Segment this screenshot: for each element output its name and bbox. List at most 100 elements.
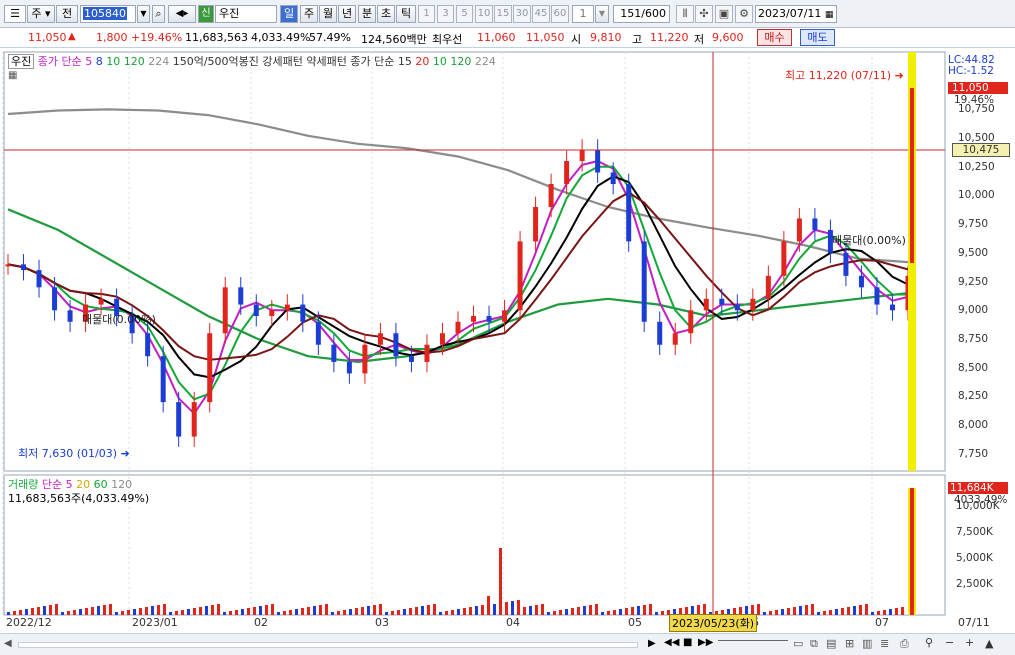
period-tick[interactable]: 틱	[396, 5, 416, 23]
candle-body	[796, 218, 802, 242]
candle-body	[812, 218, 818, 230]
zoom-in-icon[interactable]: +	[965, 636, 974, 649]
period-second[interactable]: 초	[377, 5, 395, 23]
sell-button[interactable]: 매도	[800, 29, 835, 46]
legend-ma10[interactable]: 10	[106, 55, 120, 68]
period-minute[interactable]: 분	[358, 5, 376, 23]
compare-icon[interactable]: ⧉	[810, 637, 818, 651]
interval-5[interactable]: 5	[456, 5, 473, 23]
scroll-right-icon[interactable]: ▶	[648, 638, 656, 649]
volume-bar	[799, 606, 802, 615]
print-icon[interactable]: ⎙	[900, 637, 909, 651]
legend-ma224[interactable]: 224	[148, 55, 169, 68]
legend-ma20[interactable]: 20	[415, 55, 429, 68]
interval-15[interactable]: 15	[494, 5, 512, 23]
credit-badge: 신	[198, 5, 214, 23]
date-tick: 05	[628, 616, 642, 629]
candle-body	[750, 298, 756, 311]
scrollbar-track[interactable]	[18, 642, 638, 648]
period-year[interactable]: 년	[338, 5, 356, 23]
candle-body	[21, 264, 27, 271]
crosshair-icon[interactable]: ✣	[695, 5, 713, 23]
date-input[interactable]: 2023/07/11 ▦	[755, 5, 837, 23]
candle-body	[191, 402, 197, 437]
volume-bar	[13, 611, 16, 615]
legend-ma10b[interactable]: 10	[433, 55, 447, 68]
legend-ma120[interactable]: 120	[124, 55, 145, 68]
zoom-out-icon[interactable]: −	[945, 636, 954, 649]
candle-body	[579, 149, 585, 162]
volume-bar	[307, 607, 310, 615]
layout-icon[interactable]: ▭	[793, 637, 803, 650]
interval-3[interactable]: 3	[437, 5, 454, 23]
last-candle	[910, 88, 914, 263]
candle-body	[424, 344, 430, 362]
volume-bar	[781, 609, 784, 615]
legend-ma5[interactable]: 종가 단순 5	[38, 55, 92, 68]
settings-icon[interactable]: ⚙	[735, 5, 753, 23]
candle-body	[626, 184, 632, 242]
volume-bar	[313, 606, 316, 615]
buy-button[interactable]: 매수	[757, 29, 792, 46]
rewind-icon[interactable]: ◀◀	[664, 637, 679, 648]
list-icon[interactable]: ≣	[880, 637, 889, 650]
volume-bar	[73, 610, 76, 615]
volume-bar	[577, 607, 580, 615]
market-select[interactable]: 주 ▾	[27, 5, 55, 23]
volume-bar	[883, 610, 886, 615]
candle-body	[253, 304, 259, 317]
volume-profile-tag-left: 매물대(0.00%)	[82, 313, 156, 326]
count-input[interactable]: 151/600	[613, 5, 670, 23]
chart-type-icon[interactable]: ⫴	[676, 5, 694, 23]
fast-forward-icon[interactable]: ▶▶	[698, 637, 713, 648]
volume-bar	[409, 608, 412, 615]
volume-bar	[331, 612, 334, 615]
interval-60[interactable]: 60	[551, 5, 569, 23]
stop-icon[interactable]: ■	[683, 637, 692, 648]
legend-ma8[interactable]: 8	[96, 55, 103, 68]
low-annotation-text: 최저 7,630 (01/03)	[18, 447, 118, 460]
split-icon[interactable]: ⊞	[845, 637, 854, 650]
candle-body	[331, 344, 337, 362]
volume-bar	[895, 608, 898, 615]
interval-10[interactable]: 10	[475, 5, 493, 23]
menu-icon[interactable]: ☰	[4, 5, 26, 23]
candle-body	[222, 287, 228, 334]
volume-tick: 5,000K	[956, 552, 993, 564]
calendar-icon[interactable]: ▦	[825, 10, 834, 20]
stock-code-input[interactable]: 105840	[80, 5, 136, 23]
interval-1[interactable]: 1	[418, 5, 435, 23]
code-dropdown-icon[interactable]: ▼	[137, 5, 150, 23]
legend-stock-name[interactable]: 우진	[8, 54, 35, 69]
candle-body	[52, 287, 58, 311]
period-day[interactable]: 일	[280, 5, 298, 23]
unit-dropdown-icon[interactable]: ▼	[595, 5, 609, 23]
legend-ma15[interactable]: 종가 단순 15	[350, 55, 411, 68]
price-tick: 10,250	[958, 160, 995, 173]
zoom-icon[interactable]: ⚲	[925, 636, 933, 649]
table-icon[interactable]: ▤	[826, 637, 836, 650]
unit-input[interactable]: 1	[572, 5, 594, 23]
volume-bar	[565, 609, 568, 615]
speaker-icon[interactable]: ◀▸	[168, 5, 196, 23]
scroll-up-icon[interactable]: ▲	[985, 637, 993, 650]
interval-30[interactable]: 30	[513, 5, 531, 23]
date-tick: 04	[506, 616, 520, 629]
save-icon[interactable]: ▣	[715, 5, 733, 23]
mode-select[interactable]: 전	[56, 5, 78, 23]
scroll-left-icon[interactable]: ◀	[4, 638, 12, 649]
grid-icon[interactable]: ▦	[8, 70, 17, 81]
window-icon[interactable]: ▥	[862, 637, 872, 650]
period-month[interactable]: 월	[319, 5, 337, 23]
search-icon[interactable]: ⌕	[152, 5, 165, 23]
legend-ma224b[interactable]: 224	[475, 55, 496, 68]
zoom-slider[interactable]	[718, 640, 788, 648]
volume-bar	[769, 611, 772, 615]
interval-45[interactable]: 45	[532, 5, 550, 23]
volume-bar	[421, 606, 424, 615]
legend-ma120b[interactable]: 120	[450, 55, 471, 68]
volume-bar	[805, 605, 808, 615]
legend-patterns[interactable]: 150억/500억봉진 강세패턴 약세패턴	[173, 55, 347, 68]
chart-canvas[interactable]	[0, 48, 1015, 633]
period-week[interactable]: 주	[300, 5, 318, 23]
